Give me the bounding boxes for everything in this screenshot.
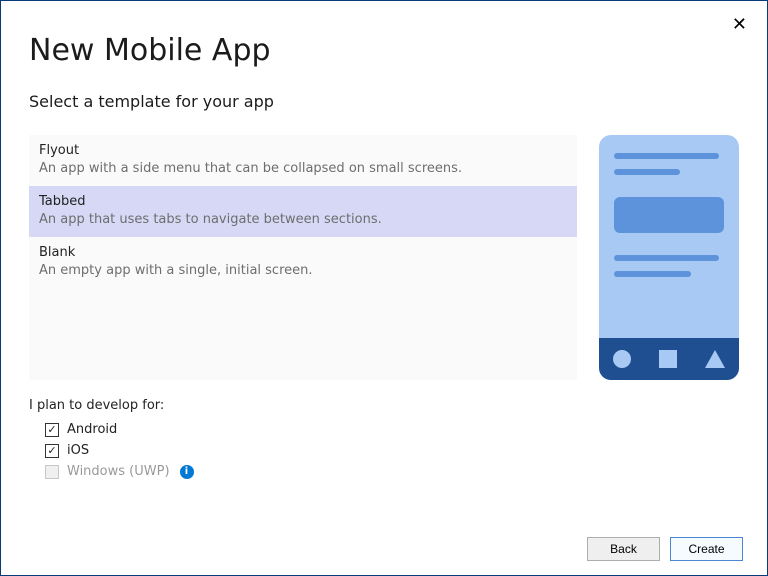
preview-line: [614, 255, 719, 261]
template-item-flyout[interactable]: Flyout An app with a side menu that can b…: [29, 135, 577, 186]
dialog-window: ✕ New Mobile App Select a template for y…: [0, 0, 768, 576]
dialog-title: New Mobile App: [29, 33, 739, 68]
back-button[interactable]: Back: [587, 537, 660, 561]
dialog-footer: Back Create: [587, 537, 743, 561]
plan-label: I plan to develop for:: [29, 398, 739, 413]
info-icon[interactable]: i: [180, 465, 194, 479]
dialog-subtitle: Select a template for your app: [29, 92, 739, 111]
template-name: Tabbed: [39, 194, 567, 209]
phone-preview-body: [599, 135, 739, 338]
plan-section: I plan to develop for: ✓ Android ✓ iOS Windo…: [29, 398, 739, 482]
phone-tabbar: [599, 338, 739, 380]
tab-square-icon: [659, 350, 677, 368]
content-row: Flyout An app with a side menu that can b…: [29, 135, 739, 380]
template-item-blank[interactable]: Blank An empty app with a single, initial…: [29, 237, 577, 288]
checkbox[interactable]: ✓: [45, 444, 59, 458]
target-row-windows-uwp-: Windows (UWP) i: [29, 461, 739, 482]
template-desc: An empty app with a single, initial scre…: [39, 263, 567, 278]
checkbox: [45, 465, 59, 479]
tab-circle-icon: [613, 350, 631, 368]
checkbox-label: iOS: [67, 443, 89, 458]
preview-line: [614, 271, 691, 277]
target-row-ios: ✓ iOS: [29, 440, 739, 461]
template-item-tabbed[interactable]: Tabbed An app that uses tabs to navigate …: [29, 186, 577, 237]
preview-line: [614, 153, 719, 159]
template-name: Flyout: [39, 143, 567, 158]
template-name: Blank: [39, 245, 567, 260]
checkbox[interactable]: ✓: [45, 423, 59, 437]
checkbox-label: Windows (UWP): [67, 464, 170, 479]
template-list[interactable]: Flyout An app with a side menu that can b…: [29, 135, 577, 380]
checkbox-label: Android: [67, 422, 117, 437]
create-button[interactable]: Create: [670, 537, 743, 561]
preview-block: [614, 197, 724, 233]
preview-line: [614, 169, 680, 175]
close-button[interactable]: ✕: [726, 11, 753, 37]
tab-triangle-icon: [705, 350, 725, 368]
phone-preview: [599, 135, 739, 380]
target-row-android: ✓ Android: [29, 419, 739, 440]
template-desc: An app that uses tabs to navigate betwee…: [39, 212, 567, 227]
template-desc: An app with a side menu that can be coll…: [39, 161, 567, 176]
